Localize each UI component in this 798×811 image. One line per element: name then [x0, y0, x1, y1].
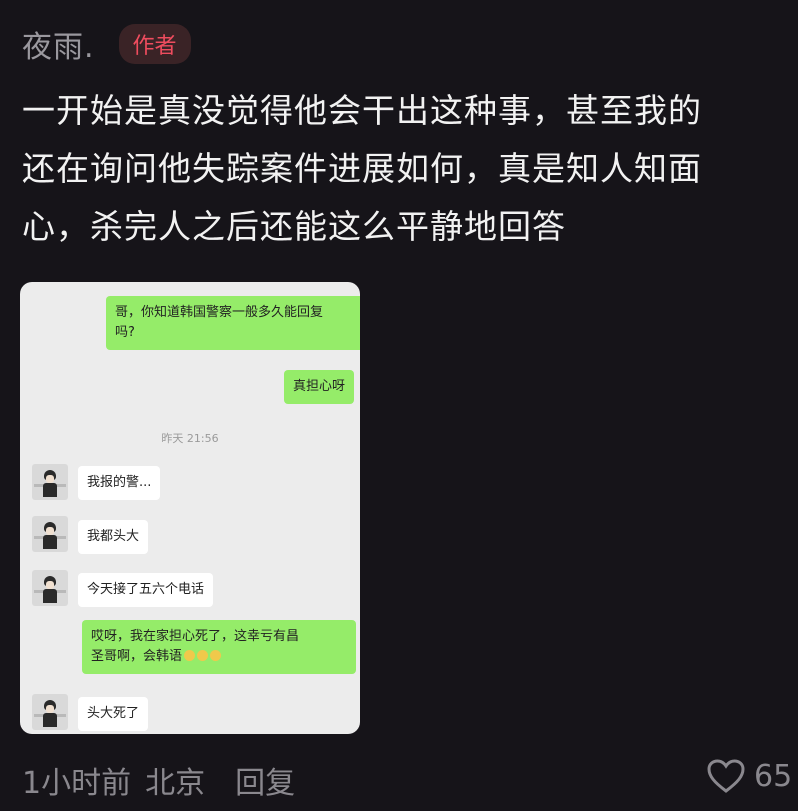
chat-screenshot-image[interactable]: 哥，你知道韩国警察一般多久能回复 吗? 真担心呀 昨天 21:56 我报的警..… — [20, 282, 360, 734]
smile-emoji — [184, 650, 196, 661]
avatar — [32, 516, 68, 552]
chat-message: 哥，你知道韩国警察一般多久能回复 吗? — [106, 296, 360, 350]
avatar — [32, 694, 68, 730]
smile-emoji — [197, 650, 209, 661]
chat-message-text: 哎呀，我在家担心死了，这幸亏有昌 圣哥啊，会韩语 — [91, 629, 300, 664]
avatar — [32, 570, 68, 606]
comment-location: 北京 — [145, 766, 206, 801]
chat-message: 哎呀，我在家担心死了，这幸亏有昌 圣哥啊，会韩语 — [82, 620, 356, 674]
like-count: 65 — [754, 758, 793, 794]
chat-message: 我报的警... — [78, 466, 161, 500]
chat-message: 真担心呀 — [283, 370, 354, 404]
heart-icon — [707, 759, 745, 793]
comment-text: 一开始是真没觉得他会干出这种事，甚至我的 还在询问他失踪案件进展如何，真是知人知… — [22, 91, 702, 246]
comment-header: 夜雨. 作者 — [22, 22, 191, 66]
chat-message: 我都头大 — [78, 520, 149, 554]
avatar — [32, 464, 68, 500]
smile-emoji — [210, 650, 222, 661]
reply-button[interactable]: 回复 — [235, 758, 295, 802]
chat-timestamp: 昨天 21:56 — [161, 432, 219, 445]
author-badge: 作者 — [118, 24, 191, 64]
chat-message: 今天接了五六个电话 — [78, 573, 214, 607]
comment-time: 1小时前 — [22, 766, 132, 801]
chat-message: 头大死了 — [78, 697, 149, 731]
like-button[interactable]: 65 — [706, 758, 792, 794]
username[interactable]: 夜雨. — [22, 22, 95, 66]
comment-footer: 1小时前 北京 回复 — [22, 758, 295, 802]
